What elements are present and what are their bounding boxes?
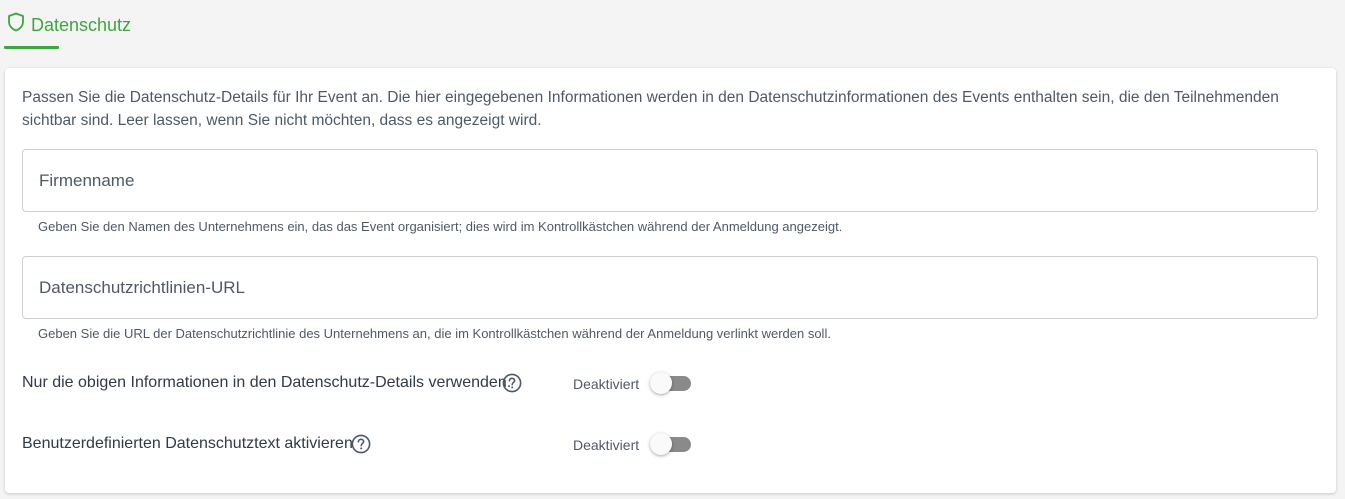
toggle-status-text: Deaktiviert [573,437,640,453]
toggle-row-custom-privacy-text: Benutzerdefinierten Datenschutztext akti… [22,432,722,458]
tab-datenschutz[interactable]: Datenschutz [4,10,131,50]
toggle-label: Benutzerdefinierten Datenschutztext akti… [22,435,353,452]
company-name-input[interactable] [23,150,1317,211]
company-name-hint: Geben Sie den Namen des Unternehmens ein… [38,219,843,234]
custom-privacy-text-toggle[interactable] [649,433,693,457]
active-tab-indicator [4,46,59,49]
privacy-settings-card: Passen Sie die Datenschutz-Details für I… [5,68,1336,493]
only-above-info-toggle[interactable] [649,372,693,396]
toggle-status-text: Deaktiviert [573,376,640,392]
toggle-label: Nur die obigen Informationen in den Date… [22,374,512,391]
tab-bar: Datenschutz [0,0,1345,52]
company-name-field[interactable] [22,149,1318,212]
toggle-knob [650,433,672,455]
privacy-policy-url-field[interactable] [22,256,1318,319]
tab-label: Datenschutz [31,15,132,35]
shield-icon [7,12,25,32]
toggle-row-only-above-info: Nur die obigen Informationen in den Date… [22,371,722,397]
privacy-policy-url-input[interactable] [23,257,1317,318]
toggle-knob [650,372,672,394]
help-circle-icon[interactable] [502,373,522,393]
intro-text: Passen Sie die Datenschutz-Details für I… [22,89,1279,129]
help-circle-icon[interactable] [351,434,371,454]
privacy-policy-url-hint: Geben Sie die URL der Datenschutzrichtli… [38,326,831,341]
